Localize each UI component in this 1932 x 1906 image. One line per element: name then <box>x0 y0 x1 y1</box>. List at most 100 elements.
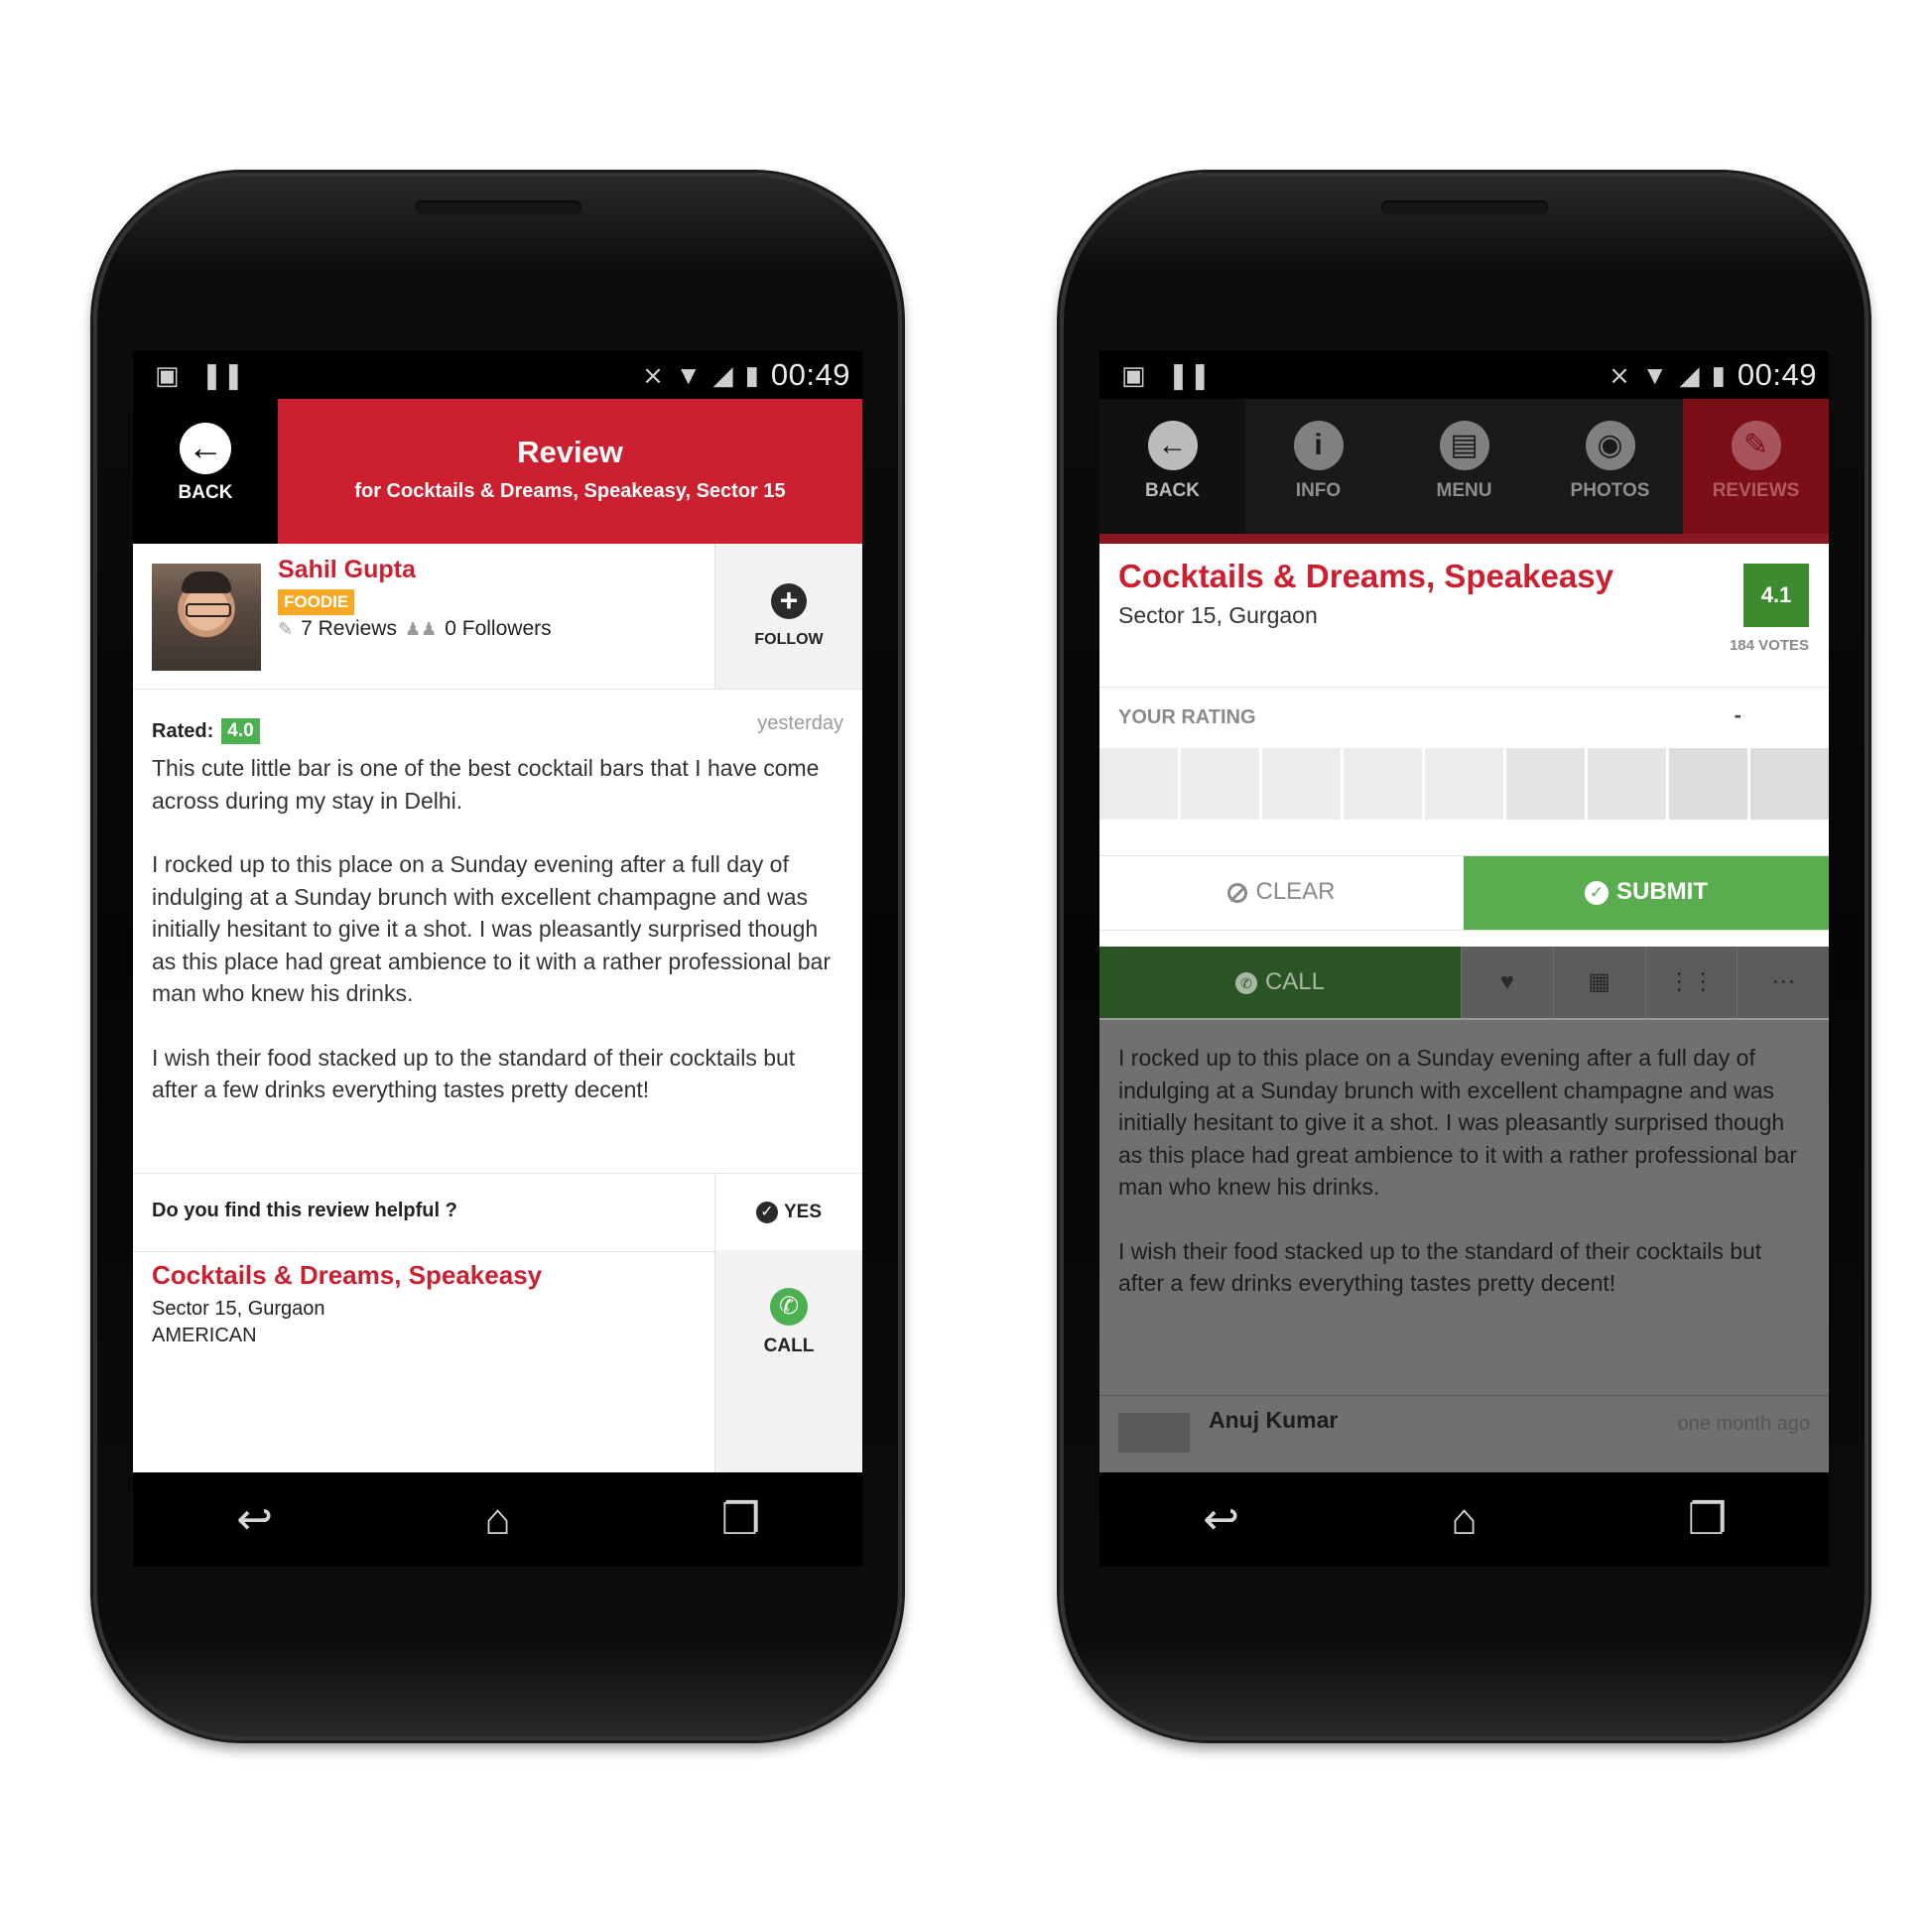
yes-label: YES <box>783 1202 823 1222</box>
review-time: one month ago <box>1677 1413 1810 1435</box>
android-nav-bar: ↩ ⌂ ❐ <box>133 1472 862 1567</box>
barcode-notification-icon: ❚❚ <box>1167 360 1212 390</box>
follower-count: 0 Followers <box>445 617 552 640</box>
rating-segment[interactable] <box>1669 748 1747 820</box>
restaurant-cuisine: AMERICAN <box>152 1325 257 1346</box>
pencil-icon: ✎ <box>1731 421 1781 470</box>
back-arrow-icon: ← <box>180 423 231 474</box>
followers-icon: ♟♟ <box>404 618 438 639</box>
calendar-icon[interactable]: ▦ <box>1552 947 1645 1018</box>
clock: 00:49 <box>770 357 850 392</box>
rating-segment[interactable] <box>1181 748 1259 820</box>
review-body: I rocked up to this place on a Sunday ev… <box>1118 1042 1813 1332</box>
dimmed-overlay: ✆ CALL ♥ ▦ ⋮⋮ ⋯ I rocked up to this place… <box>1099 947 1829 1472</box>
tab-bar-underline <box>1099 534 1829 544</box>
call-button[interactable]: ✆ CALL <box>1099 947 1461 1018</box>
phone-left: ▣ ❚❚ ⨯ ▼ ◢ ▮ 00:49 ← BACK Review for Coc… <box>93 173 902 1740</box>
avatar-glasses <box>186 603 231 617</box>
restaurant-location: Sector 15, Gurgaon <box>1118 602 1318 628</box>
tab-info[interactable]: i INFO <box>1245 399 1391 544</box>
mute-icon: ⨯ <box>1609 360 1630 390</box>
more-icon[interactable]: ⋯ <box>1737 947 1829 1018</box>
tab-menu[interactable]: ▤ MENU <box>1391 399 1537 544</box>
tab-label: REVIEWS <box>1712 480 1800 501</box>
nav-back-icon[interactable]: ↩ <box>195 1494 315 1545</box>
check-circle-icon: ✓ <box>755 1201 778 1223</box>
rating-segment[interactable] <box>1506 748 1585 820</box>
review-time: yesterday <box>757 712 843 734</box>
page-title: Review <box>517 435 623 469</box>
page-subtitle: for Cocktails & Dreams, Speakeasy, Secto… <box>354 480 786 502</box>
nav-back-icon[interactable]: ↩ <box>1162 1494 1281 1545</box>
reviewer-name[interactable]: Sahil Gupta <box>278 556 416 584</box>
footsteps-icon[interactable]: ⋮⋮ <box>1644 947 1738 1018</box>
nav-recents-icon[interactable]: ❐ <box>682 1494 801 1545</box>
clear-label: CLEAR <box>1255 878 1336 905</box>
tab-reviews[interactable]: ✎ REVIEWS <box>1683 399 1829 544</box>
reviewer-avatar[interactable] <box>152 564 261 671</box>
restaurant-location: Sector 15, Gurgaon <box>152 1298 325 1320</box>
info-icon: i <box>1293 421 1344 470</box>
rating-badge: 4.0 <box>221 718 260 744</box>
battery-icon: ▮ <box>744 360 759 390</box>
review-paragraph: This cute little bar is one of the best … <box>152 755 820 814</box>
restaurant-name: Cocktails & Dreams, Speakeasy <box>1118 558 1613 594</box>
vote-count: 184 VOTES <box>1729 637 1809 654</box>
rating-segment[interactable] <box>1750 748 1829 820</box>
rating-segment[interactable] <box>1344 748 1422 820</box>
review-paragraph: I rocked up to this place on a Sunday ev… <box>152 851 831 1006</box>
your-rating-label: YOUR RATING <box>1118 706 1256 728</box>
review-paragraph: I wish their food stacked up to the stan… <box>1118 1237 1762 1297</box>
divider <box>1099 687 1829 688</box>
phone-right: ▣ ❚❚ ⨯ ▼ ◢ ▮ 00:49 ← BACK i INFO ▤ MENU … <box>1060 173 1868 1740</box>
back-arrow-icon: ← <box>1147 421 1198 470</box>
rating-segment[interactable] <box>1262 748 1341 820</box>
nav-home-icon[interactable]: ⌂ <box>1405 1495 1524 1545</box>
restaurant-screen: ← BACK i INFO ▤ MENU ◉ PHOTOS ✎ REVIEWS … <box>1099 399 1829 1472</box>
rating-segment[interactable] <box>1425 748 1503 820</box>
tab-photos[interactable]: ◉ PHOTOS <box>1537 399 1683 544</box>
rating-segment[interactable] <box>1099 748 1178 820</box>
rating-actions: CLEAR ✓ SUBMIT <box>1099 855 1829 931</box>
speaker-grille <box>1381 200 1548 214</box>
wifi-icon: ▼ <box>675 360 702 390</box>
reviewer-avatar <box>1118 1413 1190 1453</box>
phone-icon: ✆ <box>1234 971 1257 994</box>
rating-segment[interactable] <box>1588 748 1666 820</box>
helpful-yes-button[interactable]: ✓ YES <box>714 1174 862 1251</box>
rating-selector[interactable] <box>1099 748 1829 820</box>
review-paragraph: I wish their food stacked up to the stan… <box>152 1044 796 1103</box>
plus-icon: + <box>771 583 807 619</box>
tab-label: PHOTOS <box>1570 480 1650 501</box>
nav-home-icon[interactable]: ⌂ <box>439 1495 558 1545</box>
camera-icon: ◉ <box>1585 421 1635 470</box>
restaurant-name[interactable]: Cocktails & Dreams, Speakeasy <box>152 1260 542 1291</box>
helpful-row: Do you find this review helpful ? ✓ YES <box>133 1173 862 1252</box>
clear-button[interactable]: CLEAR <box>1099 856 1464 930</box>
wifi-icon: ▼ <box>1641 360 1668 390</box>
image-notification-icon: ▣ <box>155 360 180 390</box>
foodie-badge: FOODIE <box>278 589 355 615</box>
back-label: BACK <box>178 482 233 503</box>
check-circle-icon: ✓ <box>1585 880 1609 905</box>
follow-button[interactable]: + FOLLOW <box>714 544 862 689</box>
screen-right: ▣ ❚❚ ⨯ ▼ ◢ ▮ 00:49 ← BACK i INFO ▤ MENU … <box>1099 351 1829 1567</box>
barcode-notification-icon: ❚❚ <box>200 360 245 390</box>
review-body: This cute little bar is one of the best … <box>152 752 846 1138</box>
submit-button[interactable]: ✓ SUBMIT <box>1464 856 1829 930</box>
restaurant-row[interactable]: Cocktails & Dreams, Speakeasy Sector 15,… <box>133 1250 862 1472</box>
heart-icon[interactable]: ♥ <box>1461 947 1553 1018</box>
restaurant-score-badge: 4.1 <box>1743 564 1809 627</box>
nav-recents-icon[interactable]: ❐ <box>1648 1494 1767 1545</box>
tab-label: MENU <box>1436 480 1492 501</box>
back-button[interactable]: ← BACK <box>133 399 278 544</box>
follow-label: FOLLOW <box>754 631 824 648</box>
screen-left: ▣ ❚❚ ⨯ ▼ ◢ ▮ 00:49 ← BACK Review for Coc… <box>133 351 862 1567</box>
mute-icon: ⨯ <box>642 360 664 390</box>
helpful-question: Do you find this review helpful ? <box>152 1200 457 1221</box>
call-button[interactable]: ✆ CALL <box>714 1250 862 1472</box>
tab-back[interactable]: ← BACK <box>1099 399 1245 544</box>
rated-label: Rated: <box>152 719 214 742</box>
avatar-hair <box>182 572 231 593</box>
tab-label: BACK <box>1145 480 1200 501</box>
